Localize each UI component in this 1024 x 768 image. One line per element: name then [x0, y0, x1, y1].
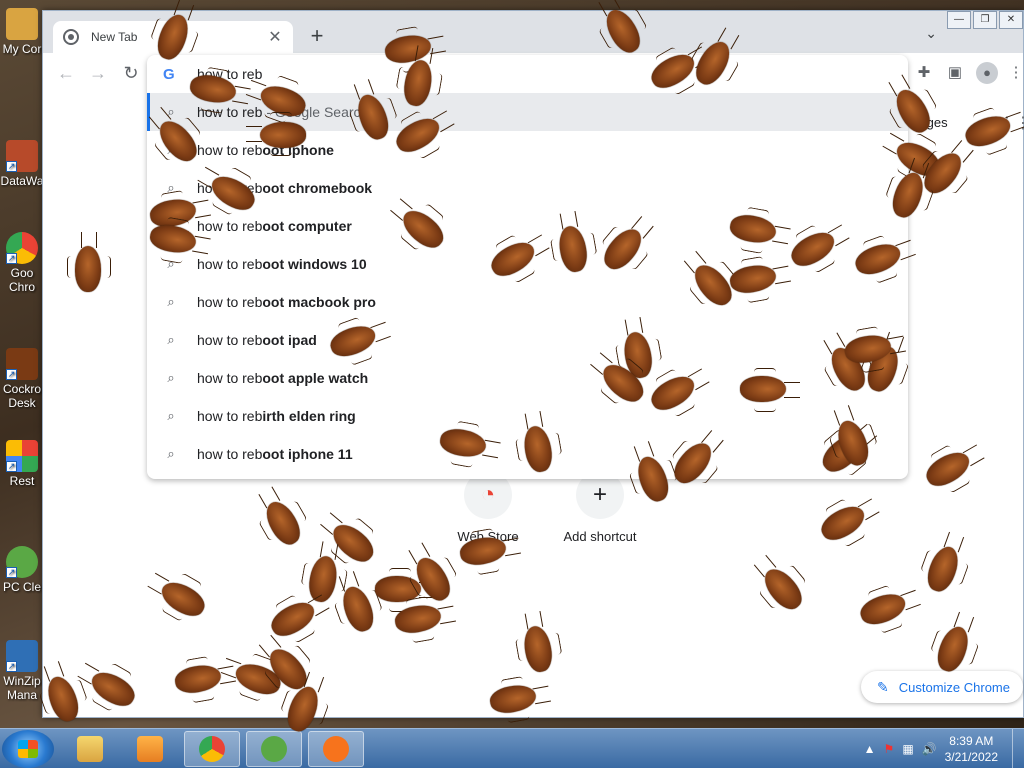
cockroach-icon: ↗ [6, 348, 38, 380]
desktop-icon-google-chrome[interactable]: ↗ Goo Chro [0, 232, 44, 294]
action-center-flag-icon[interactable]: ⚑ [884, 742, 895, 756]
desktop-icon-label: PC Cle [2, 580, 41, 594]
suggestion-completion-text: oot chromebook [262, 180, 373, 196]
taskbar-media-player[interactable] [122, 731, 178, 767]
taskbar-pc-cleaner[interactable] [246, 731, 302, 767]
close-window-button[interactable]: ✕ [999, 11, 1023, 29]
media-player-icon [137, 736, 163, 762]
desktop-icon-pc-cleaner[interactable]: ↗ PC Cle [0, 546, 44, 594]
close-tab-icon[interactable]: ✕ [267, 27, 283, 47]
extensions-icon[interactable]: ✚ [913, 62, 935, 84]
cockroach-icon [260, 122, 306, 148]
chrome-menu-icon[interactable]: ⋮ [1005, 62, 1024, 84]
desktop-icon-label: Rest [9, 474, 35, 488]
search-icon: ⌕ [167, 408, 175, 423]
restore-button[interactable]: ❐ [973, 11, 997, 29]
minimize-button[interactable]: — [947, 11, 971, 29]
chrome-icon: ↗ [6, 232, 38, 264]
suggestion-completion-text: oot computer [262, 218, 352, 234]
google-logo-icon: G [163, 65, 175, 83]
desktop-icon-label: Goo [10, 266, 34, 280]
start-button[interactable] [2, 730, 54, 768]
search-icon: ⌕ [167, 332, 175, 347]
show-desktop-button[interactable] [1012, 729, 1024, 768]
reload-button[interactable]: ↻ [120, 62, 142, 84]
tab-search-chevron-icon[interactable]: ⌄ [925, 25, 937, 42]
desktop-icon-winzip[interactable]: ↗ WinZip Mana [0, 640, 44, 702]
show-hidden-icons-icon[interactable]: ▲ [864, 742, 876, 756]
search-icon: ⌕ [167, 294, 175, 309]
pc-cleaner-icon: ↗ [6, 546, 38, 578]
suggestion-completion-text: irth elden ring [262, 408, 356, 424]
desktop-icon-label: Cockro [2, 382, 41, 396]
suggestion-completion-text: oot windows 10 [262, 256, 367, 272]
pc-cleaner-icon [261, 736, 287, 762]
suggestion-typed-text: how to reb [197, 256, 263, 272]
computer-icon [6, 8, 38, 40]
cockroach-icon [67, 246, 111, 292]
customize-chrome-button[interactable]: ✎ Customize Chrome [861, 671, 1023, 703]
pencil-icon: ✎ [877, 678, 889, 695]
desktop-icon-my-computer[interactable]: My Cor [0, 8, 44, 56]
back-button[interactable]: ← [55, 62, 77, 84]
suggestion-completion-text: oot macbook pro [262, 294, 376, 310]
shortcut-label: Add shortcut [563, 529, 637, 544]
search-icon: ⌕ [167, 370, 175, 385]
windows-logo-icon [18, 740, 38, 758]
clock-time: 8:39 AM [949, 734, 994, 748]
profile-avatar[interactable]: ● [976, 62, 998, 84]
winzip-icon: ↗ [6, 640, 38, 672]
suggestion-typed-text: how to reb [197, 218, 263, 234]
side-panel-icon[interactable]: ▣ [944, 62, 966, 84]
window-controls: — ❐ ✕ [945, 11, 1023, 29]
suggestion-row[interactable]: ⌕how to reboot computer [147, 207, 908, 245]
taskbar: ▲ ⚑ ▦ 🔊 8:39 AM 3/21/2022 [0, 728, 1024, 768]
search-icon: ⌕ [167, 446, 175, 461]
desktop-icon-datawatch[interactable]: ↗ DataWa [0, 140, 44, 188]
system-tray: ▲ ⚑ ▦ 🔊 8:39 AM 3/21/2022 [864, 729, 1024, 768]
taskbar-avast[interactable] [308, 731, 364, 767]
new-tab-favicon-icon [63, 29, 79, 45]
avast-icon [323, 736, 349, 762]
app-icon: ↗ [6, 140, 38, 172]
folder-icon [77, 736, 103, 762]
chrome-icon [199, 736, 225, 762]
desktop-icon-restore[interactable]: ↗ Rest [0, 440, 44, 488]
suggestion-typed-text: how to reb [197, 408, 263, 424]
suggestion-completion-text: oot iphone 11 [262, 446, 353, 462]
suggestion-row[interactable]: ⌕ how to reb oot macbook pro [147, 283, 908, 321]
restore-icon: ↗ [6, 440, 38, 472]
suggestion-row[interactable]: ⌕how to reboot chromebook [147, 169, 908, 207]
desktop-icon-label: My Cor [2, 42, 42, 56]
suggestion-typed-text: how to reb [197, 294, 263, 310]
suggestion-typed-text: how to reb [197, 332, 263, 348]
new-tab-button[interactable]: + [305, 24, 329, 48]
suggestion-completion-text: oot apple watch [262, 370, 369, 386]
suggestion-typed-text: how to reb [197, 446, 263, 462]
desktop-icon-label: Desk [8, 396, 36, 410]
desktop-icon-label: DataWa [0, 174, 44, 188]
suggestion-typed-text: how to reb [197, 370, 263, 386]
desktop-icon-label: Mana [6, 688, 38, 702]
desktop-icon-label: WinZip [3, 674, 41, 688]
suggestion-completion-text: oot ipad [262, 332, 317, 348]
network-icon[interactable]: ▦ [902, 742, 913, 756]
desktop-icon-cockroach-desktop[interactable]: ↗ Cockro Desk [0, 348, 44, 410]
taskbar-chrome[interactable] [184, 731, 240, 767]
suggestion-row[interactable]: ⌕ how to reb oot ipad [147, 321, 908, 359]
clock-date: 3/21/2022 [944, 750, 998, 764]
forward-button[interactable]: → [87, 62, 109, 84]
suggestion-typed-text: how to reb [197, 142, 263, 158]
customize-chrome-label: Customize Chrome [898, 679, 1010, 695]
volume-icon[interactable]: 🔊 [922, 742, 937, 756]
cockroach-icon [740, 376, 786, 402]
taskbar-explorer[interactable] [62, 731, 118, 767]
desktop-icon-label: Chro [8, 280, 35, 294]
clock[interactable]: 8:39 AM 3/21/2022 [945, 733, 998, 765]
